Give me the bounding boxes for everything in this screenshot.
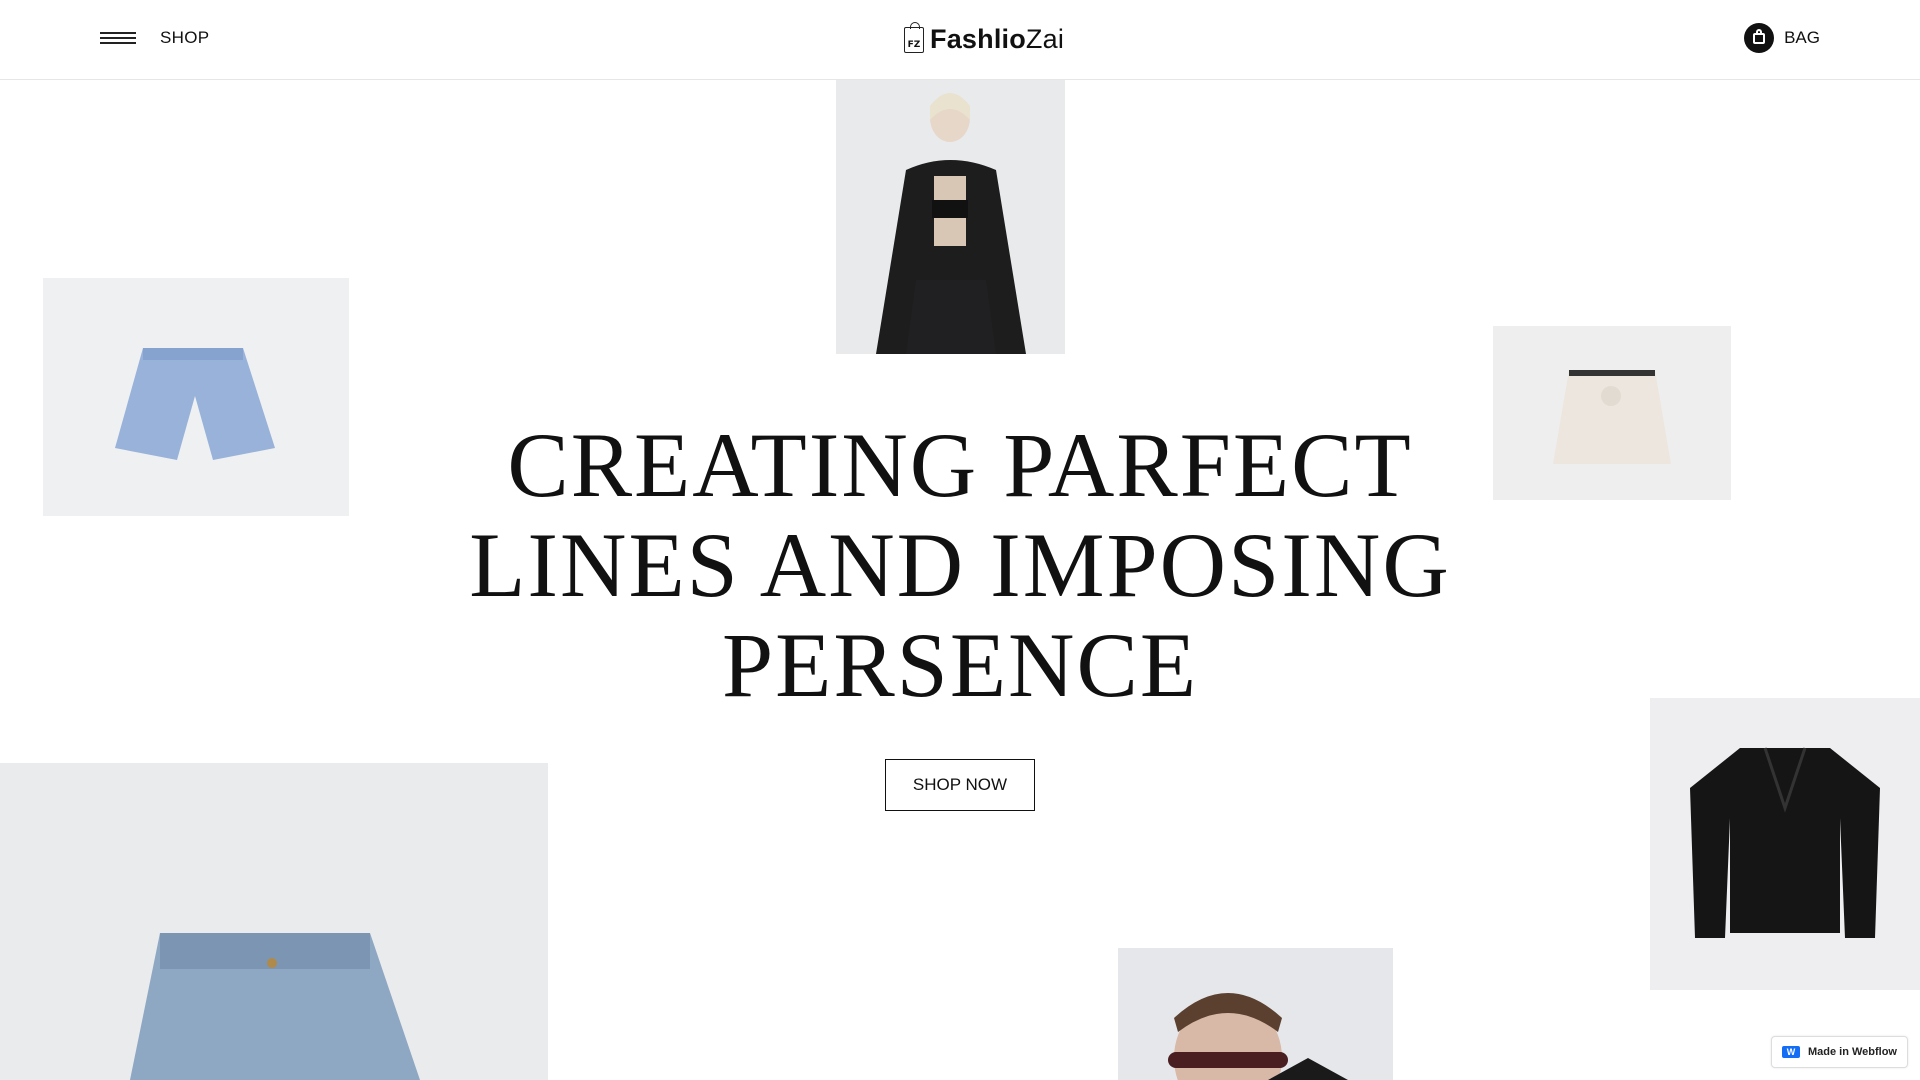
menu-shop-label[interactable]: SHOP (160, 28, 209, 48)
page: SHOP FZ FashlioZai BAG CREATING PARFECT … (0, 0, 1920, 1080)
bag-icon[interactable] (1744, 23, 1775, 53)
denim-jeans-image[interactable] (0, 763, 548, 1080)
leather-jacket-image[interactable] (1650, 698, 1920, 990)
hero-headline: CREATING PARFECT LINES AND IMPOSING PERS… (460, 415, 1460, 715)
site-header: SHOP FZ FashlioZai BAG (0, 0, 1920, 80)
logo-wordmark-light: Zai (1025, 24, 1065, 54)
bag-button[interactable]: BAG (1744, 23, 1820, 53)
logo-mark-text: FZ (907, 39, 921, 50)
bag-label[interactable]: BAG (1784, 28, 1820, 48)
hero-line-3: PERSENCE (721, 614, 1199, 716)
hero-line-2: LINES AND IMPOSING (469, 514, 1451, 616)
model-sunglasses-image[interactable] (1118, 948, 1393, 1080)
made-in-webflow-badge[interactable]: W Made in Webflow (1770, 1036, 1908, 1068)
shop-now-button[interactable]: SHOP NOW (885, 759, 1035, 811)
webflow-badge-label: Made in Webflow (1807, 1046, 1897, 1058)
menu-icon[interactable] (100, 30, 136, 46)
logo-wordmark-bold: Fashlio (930, 24, 1026, 54)
webflow-icon: W (1781, 1046, 1800, 1058)
logo-wordmark: FashlioZai (930, 24, 1064, 55)
logo-bag-icon: FZ (904, 21, 924, 53)
white-skirt-image[interactable] (1493, 326, 1731, 500)
menu-button[interactable]: SHOP (100, 28, 209, 48)
model-leather-shirt-image[interactable] (836, 80, 1065, 354)
site-logo[interactable]: FZ FashlioZai (904, 21, 1064, 55)
denim-shorts-image[interactable] (43, 278, 349, 516)
hero-line-1: CREATING PARFECT (507, 414, 1413, 516)
